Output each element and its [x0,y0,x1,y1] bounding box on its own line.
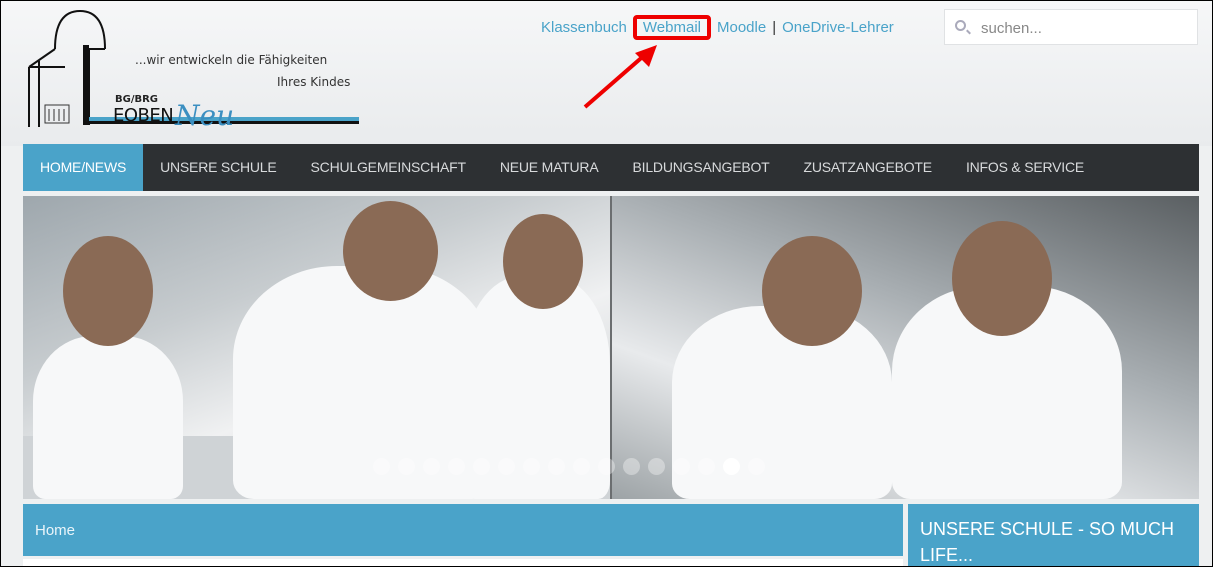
slider-dot[interactable] [598,458,615,475]
slider-dot[interactable] [398,458,415,475]
slider-dot[interactable] [448,458,465,475]
nav-bildungsangebot[interactable]: BILDUNGSANGEBOT [616,144,787,191]
top-links: Klassenbuch Webmail Moodle | OneDrive-Lehrer [541,15,894,40]
logo-tagline: ...wir entwickeln die Fähigkeiten [135,53,328,67]
slider-dot[interactable] [548,458,565,475]
slider-dot[interactable] [473,458,490,475]
link-onedrive-lehrer[interactable]: OneDrive-Lehrer [782,19,894,36]
slider-dot[interactable] [423,458,440,475]
school-logo[interactable]: ...wir entwickeln die Fähigkeiten Ihres … [25,9,370,132]
nav-unsere-schule[interactable]: UNSERE SCHULE [143,144,293,191]
nav-zusatzangebote[interactable]: ZUSATZANGEBOTE [787,144,949,191]
nav-infos-service[interactable]: INFOS & SERVICE [949,144,1101,191]
link-klassenbuch[interactable]: Klassenbuch [541,19,627,36]
student-figure [33,336,183,499]
sidebar-title: UNSERE SCHULE - SO MUCH LIFE... [920,519,1175,565]
nav-neue-matura[interactable]: NEUE MATURA [483,144,616,191]
slider-dot[interactable] [698,458,715,475]
slider-dot[interactable] [723,458,740,475]
search-box [944,9,1198,45]
search-input[interactable] [979,16,1193,40]
breadcrumb: Home [23,504,903,556]
student-head [503,214,583,309]
slider-dot[interactable] [748,458,765,475]
student-head [952,221,1052,336]
slide-photo-left [23,196,610,499]
nav-schulgemeinschaft[interactable]: SCHULGEMEINSCHAFT [294,144,483,191]
link-separator: | [772,19,777,36]
logo-school-name: EOBEN [113,105,174,126]
student-head [343,201,438,301]
link-moodle[interactable]: Moodle [717,19,766,36]
main-navigation: HOME/NEWS UNSERE SCHULE SCHULGEMEINSCHAF… [23,144,1199,191]
logo-tagline-2: Ihres Kindes [277,75,351,89]
search-icon[interactable] [955,20,966,31]
student-head [762,236,862,346]
logo-school-type: BG/BRG [115,94,159,105]
page-frame: ...wir entwickeln die Fähigkeiten Ihres … [0,0,1213,567]
link-webmail[interactable]: Webmail [643,19,701,36]
slider-dot[interactable] [498,458,515,475]
content-area [23,559,903,566]
slider-dot[interactable] [673,458,690,475]
sidebar-box: UNSERE SCHULE - SO MUCH LIFE... [908,504,1199,566]
slider-dot[interactable] [648,458,665,475]
slider-dot[interactable] [523,458,540,475]
slider-dots [373,458,765,475]
breadcrumb-home[interactable]: Home [35,522,75,539]
slider-dot[interactable] [573,458,590,475]
webmail-highlight-box: Webmail [632,15,711,40]
slider-dot[interactable] [623,458,640,475]
image-slider[interactable] [23,196,1199,499]
logo-neu-script: Neu [175,99,235,132]
slide-photo-right [612,196,1199,499]
red-arrow-icon [583,45,657,109]
slider-dot[interactable] [373,458,390,475]
nav-home-news[interactable]: HOME/NEWS [23,144,144,191]
student-head [63,236,153,346]
